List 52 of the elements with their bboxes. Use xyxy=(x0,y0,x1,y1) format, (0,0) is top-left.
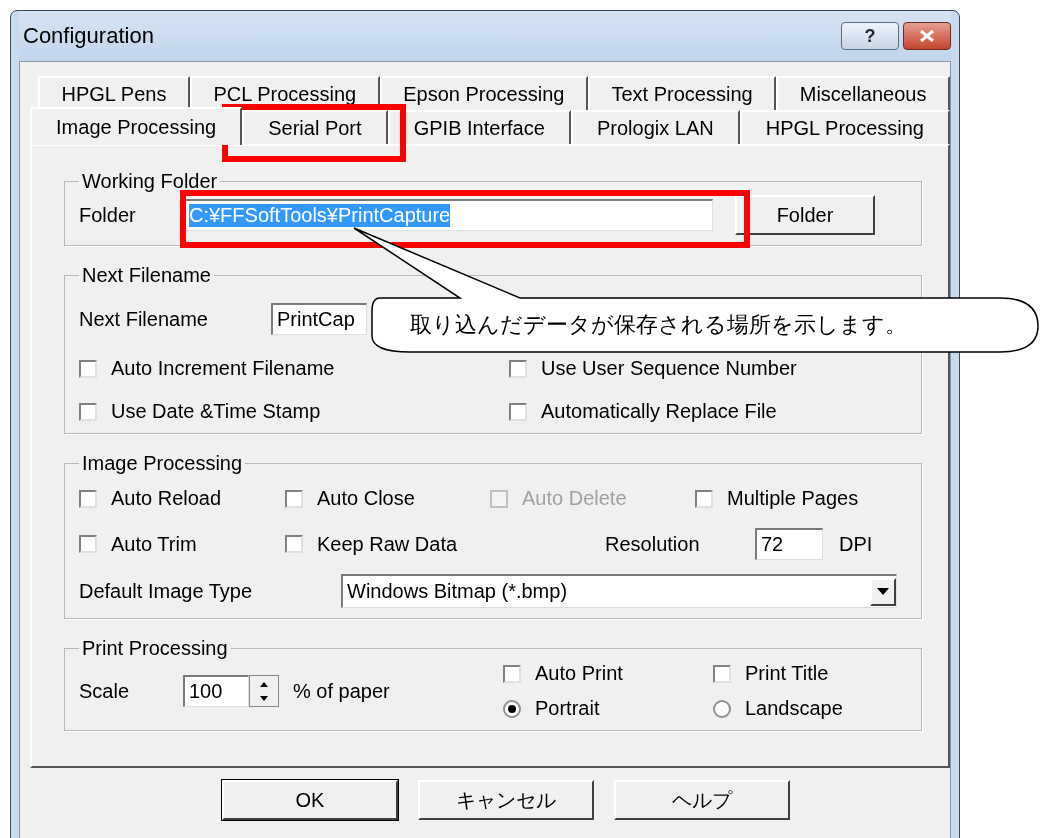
down-arrow-icon xyxy=(259,695,269,702)
checkbox[interactable]: Auto Increment Filename xyxy=(79,357,509,380)
dialog-button[interactable]: OK xyxy=(222,780,398,820)
image-type-dropdown[interactable]: Windows Bitmap (*.bmp) xyxy=(341,574,897,608)
tab[interactable]: Prologix LAN xyxy=(570,110,740,144)
checkbox[interactable]: Keep Raw Data xyxy=(285,532,605,556)
callout-text: 取り込んだデータが保存される場所を示します。 xyxy=(410,311,907,339)
close-icon xyxy=(918,29,936,43)
unit-label: % of paper xyxy=(293,679,391,703)
window-title: Configuration xyxy=(22,23,154,49)
checkbox[interactable]: Auto Print xyxy=(503,662,713,685)
close-button[interactable] xyxy=(903,22,951,50)
checkbox[interactable]: Use Date &Time Stamp xyxy=(79,400,509,423)
group-title: Next Filename xyxy=(81,264,212,287)
field-label: Resolution xyxy=(605,532,701,556)
group-title: Working Folder xyxy=(81,170,219,193)
group-title: Image Processing xyxy=(81,452,244,475)
unit-label: DPI xyxy=(839,532,873,556)
resolution-field[interactable]: 72 xyxy=(755,528,823,560)
tab[interactable]: HPGL Processing xyxy=(739,110,951,144)
checkbox[interactable]: Auto Reload xyxy=(79,487,285,510)
dialog-button[interactable]: キャンセル xyxy=(418,780,594,820)
spin-button[interactable] xyxy=(249,675,279,707)
tab[interactable]: GPIB Interface xyxy=(387,110,571,144)
radio-label[interactable]: Portrait xyxy=(535,697,600,720)
scale-field[interactable]: 100 xyxy=(183,675,249,707)
radio-button[interactable] xyxy=(503,699,521,718)
dialog-button[interactable]: ヘルプ xyxy=(614,780,790,820)
field-label: Folder xyxy=(79,203,137,227)
tab[interactable]: Epson Processing xyxy=(379,76,588,110)
tab[interactable]: HPGL Pens xyxy=(38,76,190,110)
tab[interactable]: Serial Port xyxy=(242,110,388,144)
field-label: Next Filename xyxy=(79,307,209,331)
tab[interactable]: Miscellaneous xyxy=(776,76,951,110)
folder-button[interactable]: Folder xyxy=(735,195,875,235)
radio-label[interactable]: Landscape xyxy=(745,697,843,720)
checkbox[interactable]: Multiple Pages xyxy=(695,487,875,510)
group-title: Print Processing xyxy=(81,637,229,660)
checkbox[interactable]: Print Title xyxy=(713,662,893,685)
radio-button[interactable] xyxy=(713,699,731,718)
tab[interactable]: Text Processing xyxy=(587,76,777,110)
dropdown-arrow-icon xyxy=(877,588,889,595)
tab[interactable]: Image Processing xyxy=(30,107,243,145)
field-label: Scale xyxy=(79,679,131,703)
up-arrow-icon xyxy=(259,680,269,687)
filename-field[interactable]: PrintCap xyxy=(271,303,367,335)
checkbox[interactable]: Automatically Replace File xyxy=(509,400,889,423)
field-label: Default Image Type xyxy=(79,579,254,603)
help-button[interactable]: ? xyxy=(841,22,899,50)
checkbox[interactable]: Use User Sequence Number xyxy=(509,357,889,380)
checkbox[interactable]: Auto Close xyxy=(285,487,490,510)
checkbox[interactable]: Auto Trim xyxy=(79,532,285,556)
